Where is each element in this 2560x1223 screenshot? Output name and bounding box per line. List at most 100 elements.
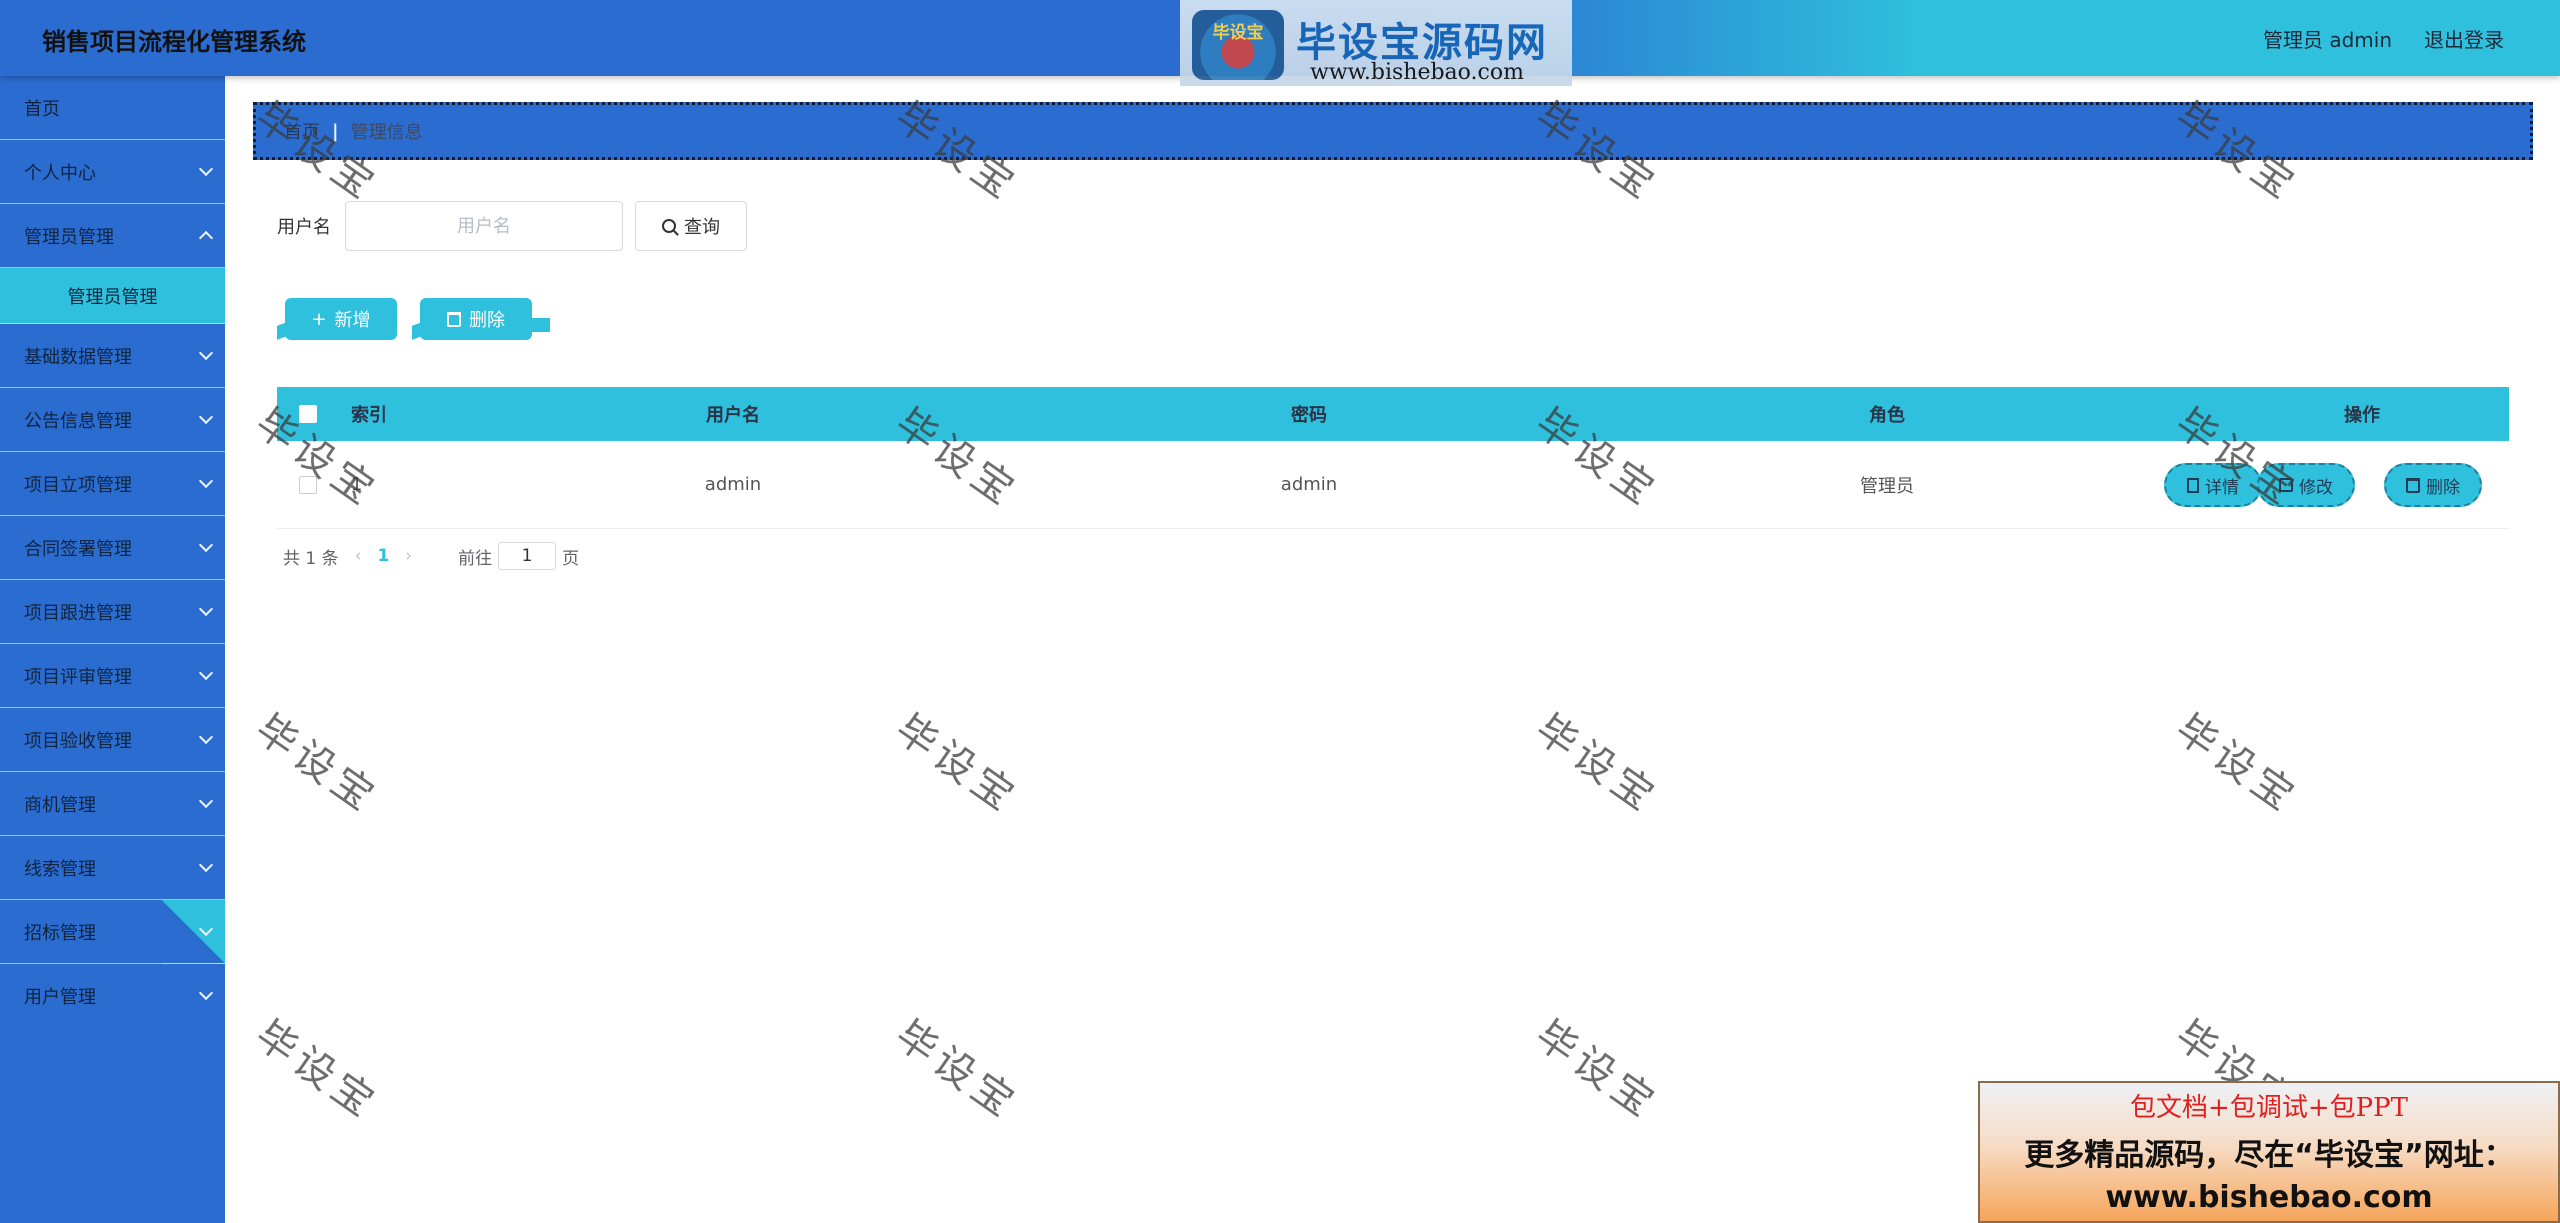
search-button-label: 查询 [684,217,720,238]
sidebar-item-opportunities[interactable]: 商机管理 [0,772,225,836]
sidebar-item-label: 基础数据管理 [24,346,132,368]
chevron-down-icon [198,161,214,177]
sidebar-item-users[interactable]: 用户管理 [0,964,225,1028]
row-detail-button[interactable]: 详情 [2164,463,2262,507]
sidebar-item-contract-signing[interactable]: 合同签署管理 [0,516,225,580]
table-row: 1 admin admin 管理员 详情 修改 删除 [277,441,2509,529]
sidebar-item-label: 管理员管理 [67,286,158,308]
search-icon [662,219,676,233]
batch-delete-button[interactable]: 删除 [420,298,532,340]
sidebar-item-announcements[interactable]: 公告信息管理 [0,388,225,452]
cell-role: 管理员 [1860,475,1914,497]
chevron-down-icon [198,921,214,937]
sidebar-item-project-acceptance[interactable]: 项目验收管理 [0,708,225,772]
search-username-label: 用户名 [277,217,331,238]
sidebar-item-label: 管理员管理 [24,226,114,248]
chevron-down-icon [198,793,214,809]
promo-line-3: www.bishebao.com [2105,1180,2433,1215]
brand-logo-overlay: 毕设宝 毕设宝源码网 www.bishebao.com [1180,0,1572,86]
sidebar-item-label: 合同签署管理 [24,538,132,560]
sidebar-item-label: 用户管理 [24,987,96,1008]
column-header-index: 索引 [351,405,387,426]
chevron-down-icon [198,985,214,1001]
header-user-area: 管理员 admin 退出登录 [2263,24,2504,53]
row-delete-button-label: 删除 [2426,477,2460,498]
sidebar-item-profile[interactable]: 个人中心 [0,140,225,204]
table-header: 索引 用户名 密码 角色 操作 [277,387,2509,441]
trash-icon [447,311,461,327]
select-all-checkbox[interactable] [299,405,317,423]
sidebar-item-basic-data[interactable]: 基础数据管理 [0,324,225,388]
sidebar-item-project-followup[interactable]: 项目跟进管理 [0,580,225,644]
chevron-down-icon [198,409,214,425]
column-header-password: 密码 [1291,405,1327,426]
breadcrumb-current: 管理信息 [350,122,423,143]
current-user-label[interactable]: 管理员 admin [2263,24,2392,53]
sidebar-item-label: 项目跟进管理 [24,602,132,624]
chevron-down-icon [198,537,214,553]
sidebar-item-project-review[interactable]: 项目评审管理 [0,644,225,708]
sidebar-subitem-admin-management[interactable]: 管理员管理 [0,268,225,324]
search-username-input[interactable] [345,201,623,251]
sidebar-item-leads[interactable]: 线索管理 [0,836,225,900]
app-title: 销售项目流程化管理系统 [42,28,306,56]
page-suffix-label: 页 [562,548,580,569]
logout-link[interactable]: 退出登录 [2424,24,2504,53]
column-header-role: 角色 [1869,405,1905,426]
action-toolbar: + 新增 删除 [277,288,577,342]
brand-seal-logo: 毕设宝 [1192,10,1284,80]
column-header-username: 用户名 [706,405,760,426]
row-delete-button[interactable]: 删除 [2384,463,2482,507]
add-button[interactable]: + 新增 [285,298,397,340]
next-page-icon[interactable]: › [405,546,412,566]
chevron-down-icon [198,729,214,745]
page-number-button[interactable]: 1 [377,546,389,566]
brand-url: www.bishebao.com [1310,60,1524,85]
prev-page-icon[interactable]: ‹ [355,546,362,566]
sidebar-item-label: 项目验收管理 [24,730,132,752]
sidebar-item-label: 项目评审管理 [24,666,132,688]
promo-banner: 包文档+包调试+包PPT 更多精品源码，尽在“毕设宝”网址： www.bishe… [1978,1081,2560,1223]
search-button[interactable]: 查询 [635,201,747,251]
sidebar-item-admin-management[interactable]: 管理员管理 [0,204,225,268]
edit-button-label: 修改 [2299,477,2333,498]
sidebar-item-label: 个人中心 [24,162,96,184]
row-edit-button[interactable]: 修改 [2257,463,2355,507]
sidebar-item-home[interactable]: 首页 [0,76,225,140]
chevron-down-icon [198,601,214,617]
admin-table: 索引 用户名 密码 角色 操作 1 admin admin 管理员 详情 修改 … [277,387,2509,529]
search-form: 用户名 查询 [277,201,747,251]
delete-button-label: 删除 [469,310,505,331]
breadcrumb-separator: | [332,120,339,142]
sidebar-item-label: 首页 [24,98,60,120]
sidebar-item-label: 项目立项管理 [24,474,132,496]
row-checkbox[interactable] [299,475,317,494]
sidebar-item-project-initiation[interactable]: 项目立项管理 [0,452,225,516]
goto-label: 前往 [458,548,493,569]
sidebar: 首页 个人中心 管理员管理 管理员管理 基础数据管理 公告信息管理 项目立项管理… [0,76,225,1223]
chevron-down-icon [198,345,214,361]
sidebar-item-bidding[interactable]: 招标管理 [0,900,225,964]
trash-icon [2406,477,2420,493]
document-icon [2187,477,2199,493]
edit-icon [2279,478,2293,492]
cell-index: 1 [351,474,363,495]
cell-username: admin [704,474,762,495]
pagination-total: 共 1 条 [283,548,339,569]
sidebar-item-label: 公告信息管理 [24,410,132,432]
chevron-down-icon [198,473,214,489]
promo-line-2: 更多精品源码，尽在“毕设宝”网址： [2024,1138,2514,1173]
goto-page-input[interactable] [498,542,557,570]
pagination: 共 1 条 ‹ 1 › 前往 页 [283,542,579,570]
main-content: 首页 | 管理信息 用户名 查询 + 新增 删除 索引 用户名 密码 角色 [225,76,2560,1223]
breadcrumb-home[interactable]: 首页 [284,118,320,144]
chevron-down-icon [198,665,214,681]
add-button-label: 新增 [334,310,371,331]
breadcrumb: 首页 | 管理信息 [253,102,2533,160]
sidebar-item-label: 招标管理 [24,922,96,944]
plus-icon: + [311,308,327,330]
chevron-up-icon [198,230,214,246]
sidebar-item-label: 线索管理 [24,858,96,880]
chevron-down-icon [198,857,214,873]
sidebar-item-label: 商机管理 [24,794,96,816]
